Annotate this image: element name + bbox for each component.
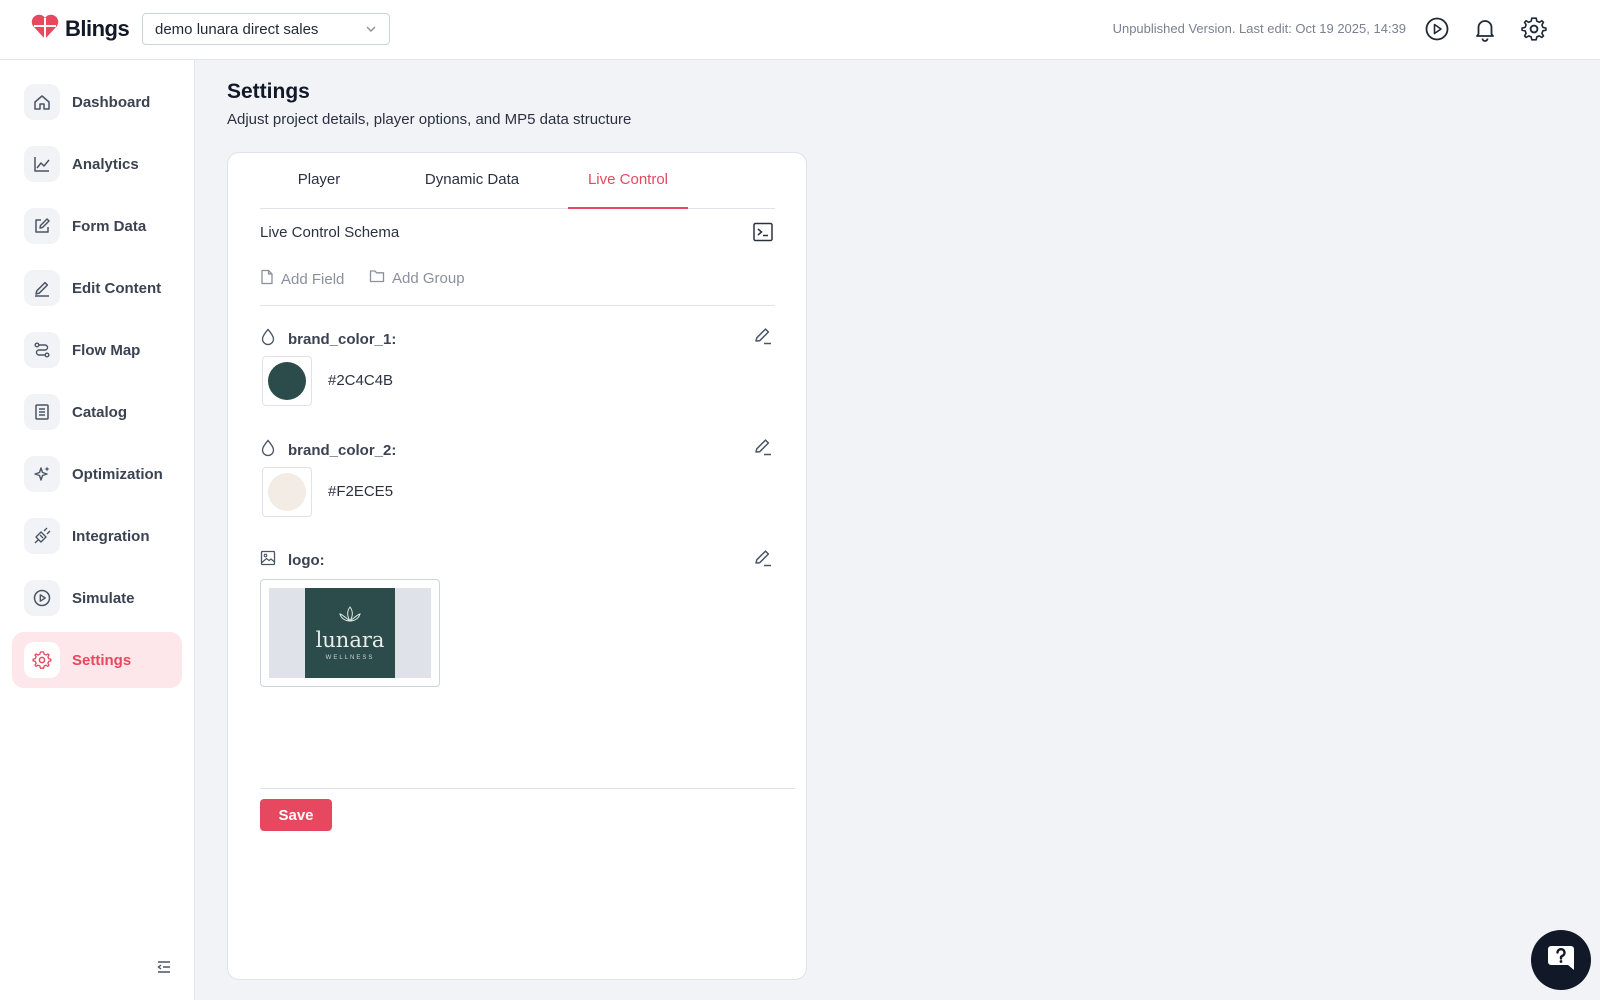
droplet-icon (260, 439, 276, 462)
chevron-down-icon (364, 22, 378, 40)
bell-icon[interactable] (1471, 15, 1499, 43)
project-select-value: demo lunara direct sales (155, 20, 319, 38)
plug-icon (24, 518, 60, 554)
brand-logo[interactable]: Blings (31, 14, 130, 45)
collapse-sidebar-icon[interactable] (155, 958, 173, 976)
sidebar-item-edit-content[interactable]: Edit Content (12, 260, 182, 316)
sidebar-item-label: Integration (72, 527, 150, 545)
tab-player[interactable]: Player (280, 171, 358, 209)
add-field-button[interactable]: Add Field (260, 269, 344, 289)
edit-square-icon (24, 208, 60, 244)
gear-icon (24, 642, 60, 678)
sidebar-item-analytics[interactable]: Analytics (12, 136, 182, 192)
sidebar-item-label: Form Data (72, 217, 147, 235)
color-swatch-button[interactable] (262, 467, 312, 517)
edit-field-icon[interactable] (752, 547, 774, 569)
blings-logo-icon (31, 14, 59, 45)
add-group-label: Add Group (392, 269, 465, 287)
image-icon (260, 550, 276, 571)
tab-dynamic-data[interactable]: Dynamic Data (410, 171, 534, 209)
sidebar-item-flow-map[interactable]: Flow Map (12, 322, 182, 378)
field-name: brand_color_2: (288, 442, 397, 459)
add-group-button[interactable]: Add Group (369, 269, 465, 287)
gear-icon[interactable] (1520, 15, 1548, 43)
divider (260, 305, 775, 306)
field-header: brand_color_2: (260, 439, 396, 462)
color-hex-value: #F2ECE5 (328, 483, 394, 500)
sidebar-item-integration[interactable]: Integration (12, 508, 182, 564)
settings-card: Player Dynamic Data Live Control Live Co… (227, 152, 807, 980)
sidebar-item-catalog[interactable]: Catalog (12, 384, 182, 440)
logo-tagline: WELLNESS (325, 655, 375, 661)
top-bar: Blings demo lunara direct sales Unpublis… (0, 0, 1600, 60)
color-swatch (268, 362, 306, 400)
save-button[interactable]: Save (260, 799, 332, 831)
schema-title: Live Control Schema (260, 224, 400, 241)
page-title: Settings (227, 80, 310, 103)
field-name: brand_color_1: (288, 331, 397, 348)
sidebar-item-optimization[interactable]: Optimization (12, 446, 182, 502)
sidebar-item-label: Optimization (72, 465, 163, 483)
logo-preview[interactable]: lunara WELLNESS (260, 579, 440, 687)
catalog-icon (24, 394, 60, 430)
tab-live-control[interactable]: Live Control (568, 171, 688, 209)
tab-bar: Player Dynamic Data Live Control (260, 153, 775, 209)
color-swatch (268, 473, 306, 511)
color-hex-value: #2C4C4B (328, 372, 394, 389)
flow-icon (24, 332, 60, 368)
sidebar-item-label: Analytics (72, 155, 139, 173)
chat-question-icon (1544, 941, 1578, 980)
edit-field-icon[interactable] (752, 436, 774, 458)
chart-line-icon (24, 146, 60, 182)
field-header: logo: (260, 550, 325, 571)
sidebar-item-settings[interactable]: Settings (12, 632, 182, 688)
sidebar-item-label: Catalog (72, 403, 128, 421)
sidebar-item-label: Edit Content (72, 279, 162, 297)
play-circle-icon (24, 580, 60, 616)
sidebar-item-dashboard[interactable]: Dashboard (12, 74, 182, 130)
home-icon (24, 84, 60, 120)
logo-preview-background: lunara WELLNESS (269, 588, 431, 678)
sidebar-item-label: Dashboard (72, 93, 151, 111)
help-chat-button[interactable] (1531, 930, 1591, 990)
sidebar-item-form-data[interactable]: Form Data (12, 198, 182, 254)
field-name: logo: (288, 552, 325, 569)
brand-name: Blings (65, 16, 130, 41)
terminal-icon[interactable] (752, 221, 774, 243)
lotus-icon (337, 605, 363, 628)
droplet-icon (260, 328, 276, 351)
publish-status: Unpublished Version. Last edit: Oct 19 2… (1112, 21, 1406, 36)
add-field-label: Add Field (281, 270, 345, 288)
project-select[interactable]: demo lunara direct sales (142, 13, 390, 45)
lunara-logo-image: lunara WELLNESS (305, 588, 395, 678)
edit-field-icon[interactable] (752, 325, 774, 347)
preview-play-icon[interactable] (1423, 15, 1451, 43)
sidebar-item-label: Settings (72, 651, 132, 669)
logo-wordmark: lunara (315, 628, 385, 652)
divider (260, 788, 795, 789)
sidebar-item-simulate[interactable]: Simulate (12, 570, 182, 626)
pencil-icon (24, 270, 60, 306)
file-icon (260, 269, 274, 289)
sidebar: Dashboard Analytics Form Data Edit Content F… (0, 60, 195, 1000)
folder-icon (369, 269, 385, 287)
sidebar-item-label: Simulate (72, 589, 135, 607)
page-subtitle: Adjust project details, player options, … (227, 111, 632, 128)
sidebar-item-label: Flow Map (72, 341, 141, 359)
field-header: brand_color_1: (260, 328, 396, 351)
color-swatch-button[interactable] (262, 356, 312, 406)
sparkles-icon (24, 456, 60, 492)
